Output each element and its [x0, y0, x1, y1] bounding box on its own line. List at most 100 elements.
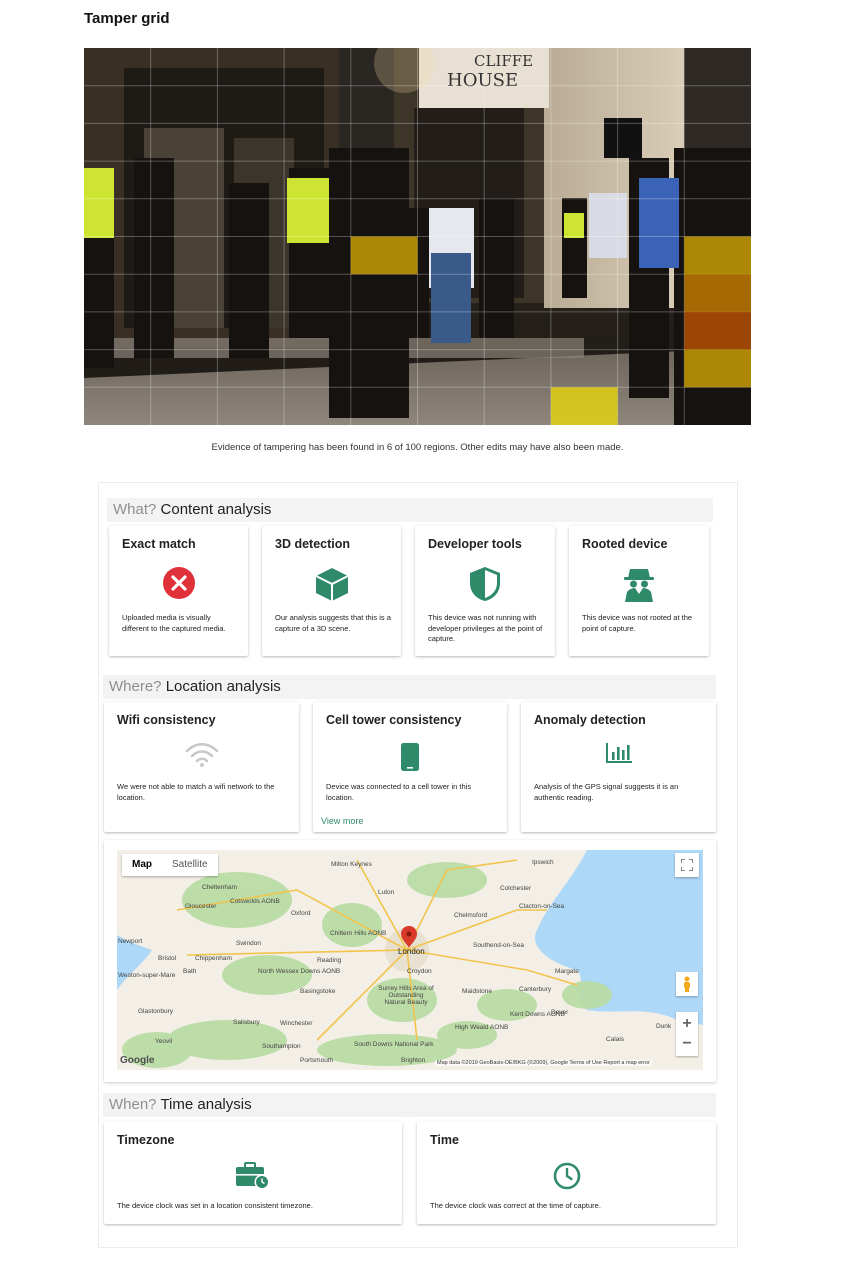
briefcase-clock-icon: [104, 1162, 402, 1190]
card-timezone: Timezone The device clock was set in a l…: [104, 1122, 402, 1224]
spy-icon: [569, 566, 709, 602]
card-title: Rooted device: [582, 537, 668, 551]
map-label: Calais: [606, 1036, 625, 1043]
phone-icon: [313, 742, 507, 772]
map-label: London: [398, 947, 425, 956]
card-desc: Device was connected to a cell tower in …: [326, 782, 472, 802]
card-desc: The device clock was correct at the time…: [430, 1201, 601, 1210]
card-title: Timezone: [117, 1133, 175, 1147]
card-desc: Analysis of the GPS signal suggests it i…: [534, 782, 679, 802]
view-more-link[interactable]: View more: [321, 816, 363, 826]
card-title: Developer tools: [428, 537, 522, 551]
map-label: Bristol: [158, 955, 177, 962]
map-label: Margate: [555, 968, 579, 975]
x-circle-icon: [109, 566, 248, 600]
map-label: Oxford: [291, 910, 311, 917]
card-desc: This device was not rooted at the point …: [582, 613, 693, 633]
map-label: Surrey Hills Area of Outstanding Natural…: [378, 985, 434, 1006]
card-desc: We were not able to match a wifi network…: [117, 782, 275, 802]
shield-icon: [415, 566, 555, 602]
wifi-icon: [104, 742, 299, 768]
map-label: Basingstoke: [300, 988, 336, 995]
map-label: Chiltern Hills AONB: [330, 930, 387, 937]
sign-text-1: CLIFFE: [474, 52, 533, 70]
map-label: North Wessex Downs AONB: [258, 968, 341, 975]
card-rooted-device: Rooted device This device was not rooted…: [569, 526, 709, 656]
map-label: Dover: [551, 1009, 569, 1016]
card-3d-detection: 3D detection Our analysis suggests that …: [262, 526, 401, 656]
tamper-region: [684, 349, 751, 388]
map-label: South Downs National Park: [354, 1041, 434, 1048]
map-label: Cheltenham: [202, 884, 238, 891]
card-exact-match: Exact match Uploaded media is visually d…: [109, 526, 248, 656]
card-time: Time The device clock was correct at the…: [417, 1122, 716, 1224]
bar-chart-icon: [521, 742, 716, 764]
map-label: Southend-on-Sea: [473, 942, 524, 949]
card-title: Cell tower consistency: [326, 713, 462, 727]
map-label: Chippenham: [195, 955, 232, 962]
card-title: Exact match: [122, 537, 196, 551]
card-cell-tower-consistency: Cell tower consistency Device was connec…: [313, 702, 507, 832]
map-label: Luton: [378, 889, 395, 896]
google-logo: Google: [120, 1055, 155, 1066]
tamper-region: [684, 311, 751, 350]
pegman-icon: [684, 976, 690, 992]
tamper-photo: CLIFFE HOUSE: [84, 48, 751, 425]
map-label: Southampton: [262, 1043, 301, 1050]
map-label: Chelmsford: [454, 912, 488, 919]
card-title: 3D detection: [275, 537, 351, 551]
map-label: Glastonbury: [138, 1008, 174, 1015]
map-label: Milton Keynes: [331, 861, 372, 868]
zoom-in-button[interactable]: +: [682, 1014, 691, 1034]
card-wifi-consistency: Wifi consistency We were not able to mat…: [104, 702, 299, 832]
tamper-caption: Evidence of tampering has been found in …: [211, 442, 624, 453]
map-label: Croydon: [407, 968, 432, 975]
card-desc: The device clock was set in a location c…: [117, 1201, 313, 1210]
map-label: Ipswich: [532, 859, 554, 866]
tamper-region: [684, 274, 751, 312]
map-label: Dunk: [656, 1023, 672, 1030]
cube-icon: [262, 566, 401, 602]
content-analysis-heading: What? Content analysis: [107, 498, 713, 522]
map-label: Maidstone: [462, 988, 492, 995]
map-label: Brighton: [401, 1057, 426, 1064]
zoom-out-button[interactable]: −: [682, 1034, 691, 1054]
map-attribution[interactable]: Map data ©2019 GeoBasis-DE/BKG (©2009), …: [435, 1060, 652, 1066]
page-title: Tamper grid: [84, 10, 170, 27]
map-label: High Weald AONB: [455, 1024, 509, 1031]
zoom-control: + −: [676, 1012, 698, 1056]
map-label: Bath: [183, 968, 197, 975]
card-desc: Uploaded media is visually different to …: [122, 613, 226, 633]
map-label: Weston-super-Mare: [118, 972, 176, 979]
tamper-region: [550, 387, 618, 425]
card-desc: This device was not running with develop…: [428, 613, 543, 643]
card-developer-tools: Developer tools This device was not runn…: [415, 526, 555, 656]
map-label: Reading: [317, 957, 342, 964]
card-title: Anomaly detection: [534, 713, 646, 727]
map-label: Portsmouth: [300, 1057, 334, 1064]
tamper-region: [350, 236, 418, 275]
map-label: Winchester: [280, 1020, 313, 1027]
fullscreen-button[interactable]: [675, 853, 699, 877]
map-label: Clacton-on-Sea: [519, 903, 565, 910]
map-type-satellite-button[interactable]: Satellite: [162, 854, 218, 876]
map-label: Colchester: [500, 885, 532, 892]
map-type-map-button[interactable]: Map: [122, 854, 162, 876]
map-label: Swindon: [236, 940, 261, 947]
card-desc: Our analysis suggests that this is a cap…: [275, 613, 391, 633]
map-label: Gloucester: [185, 903, 217, 910]
location-analysis-heading: Where? Location analysis: [103, 675, 716, 699]
card-title: Time: [430, 1133, 459, 1147]
map-label: Cotswolds AONB: [230, 898, 280, 905]
card-anomaly-detection: Anomaly detection Analysis of the GPS si…: [521, 702, 716, 832]
street-view-button[interactable]: [676, 972, 698, 996]
map-label: Yeovil: [155, 1038, 173, 1045]
sign-text-2: HOUSE: [447, 70, 518, 91]
map-label: Newport: [118, 938, 143, 945]
map-type-control: Map Satellite: [122, 854, 218, 876]
tamper-region: [684, 236, 751, 275]
card-title: Wifi consistency: [117, 713, 216, 727]
fullscreen-icon: [681, 859, 693, 871]
map-label: Salisbury: [233, 1019, 260, 1026]
clock-icon: [417, 1162, 716, 1190]
